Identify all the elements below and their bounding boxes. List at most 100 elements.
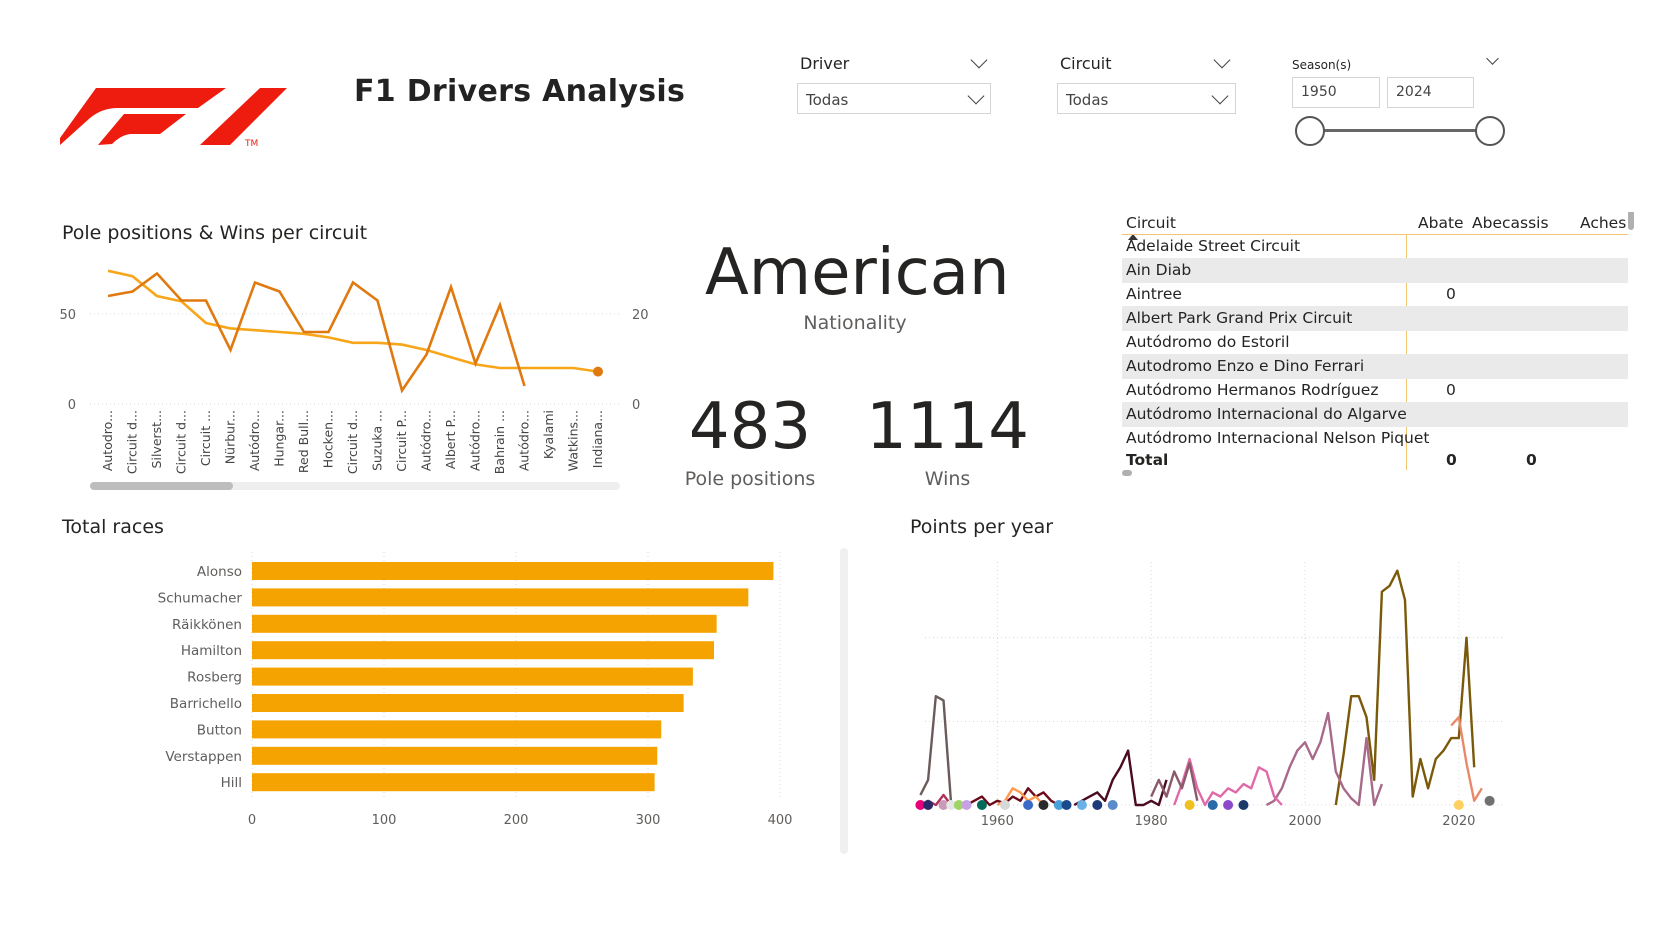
series-point[interactable] <box>1484 795 1495 806</box>
season-from-input[interactable]: 1950 <box>1292 77 1380 108</box>
chart-scrollbar-track[interactable] <box>840 548 848 854</box>
matrix-row[interactable]: Autodromo Enzo e Dino Ferrari <box>1122 354 1628 379</box>
circuit-driver-matrix[interactable]: Circuit Abate Abecassis Aches Adelaide S… <box>1122 212 1636 502</box>
series-point[interactable] <box>1223 800 1234 810</box>
x-tick-label: 400 <box>768 813 793 828</box>
x-tick-label: Bahrain ... <box>492 410 507 474</box>
driver-dropdown[interactable]: Todas <box>797 83 991 114</box>
circuit-dropdown-value: Todas <box>1066 91 1109 109</box>
bar[interactable] <box>252 588 749 607</box>
matrix-vertical-scrollbar[interactable] <box>1628 212 1634 230</box>
series-point[interactable] <box>1238 800 1249 810</box>
chevron-down-icon <box>1211 87 1229 105</box>
matrix-header-abate[interactable]: Abate <box>1418 214 1464 232</box>
bar[interactable] <box>252 694 684 712</box>
season-slider-end-handle[interactable] <box>1475 116 1505 146</box>
series-point[interactable] <box>1000 800 1010 810</box>
series-line[interactable] <box>1073 749 1168 807</box>
total-races-chart-title: Total races <box>62 516 164 538</box>
x-tick-label: Circuit ... <box>198 410 213 466</box>
nationality-value: American <box>705 236 1010 310</box>
x-tick-label: Autodro... <box>100 410 115 471</box>
series-line[interactable] <box>919 695 953 806</box>
poles-wins-chart[interactable]: 0 50 0 20 Autodro... Circuit d... Silverst...… <box>60 250 660 500</box>
series-line[interactable] <box>1265 711 1384 807</box>
x-tick-label: Autódro... <box>247 410 262 471</box>
season-to-input[interactable]: 2024 <box>1387 77 1474 108</box>
x-tick-label: Kyalami <box>541 410 556 459</box>
matrix-row[interactable]: Adelaide Street Circuit <box>1122 234 1628 259</box>
category-label: Alonso <box>197 564 242 580</box>
total-races-chart[interactable]: 0 100 200 300 400 Alonso Schumacher Räikkönen H… <box>150 548 850 878</box>
x-tick-label: Albert P... <box>443 410 458 469</box>
season-slider-track[interactable] <box>1310 129 1490 132</box>
category-label: Barrichello <box>170 696 242 712</box>
series-point[interactable] <box>976 800 987 810</box>
series-point[interactable] <box>923 800 934 810</box>
series-point[interactable] <box>1207 800 1218 810</box>
matrix-header-abecassis[interactable]: Abecassis <box>1472 214 1549 232</box>
series-line[interactable] <box>1150 762 1199 802</box>
category-label: Hamilton <box>181 643 242 659</box>
chevron-down-icon <box>967 87 985 105</box>
y-right-tick-label: 0 <box>632 398 640 413</box>
matrix-row[interactable]: Autódromo Internacional do Algarve <box>1122 402 1628 427</box>
bar[interactable] <box>252 641 714 660</box>
series-point[interactable] <box>1107 800 1118 810</box>
season-from-value: 1950 <box>1301 84 1337 100</box>
x-tick-label: 2000 <box>1288 814 1321 829</box>
chevron-down-icon[interactable] <box>1213 51 1231 69</box>
matrix-circuit-cell: Autódromo Internacional do Algarve <box>1126 405 1407 423</box>
points-per-year-chart[interactable]: 01002003001960198020002020 <box>905 560 1585 884</box>
bar[interactable] <box>252 746 658 765</box>
pole-positions-label: Pole positions <box>684 468 816 490</box>
series-point[interactable] <box>1092 800 1103 810</box>
matrix-row[interactable]: Ain Diab <box>1122 258 1628 283</box>
driver-dropdown-value: Todas <box>806 91 849 109</box>
matrix-header-circuit[interactable]: Circuit <box>1126 214 1176 232</box>
f1-logo: TM <box>60 88 287 149</box>
bar[interactable] <box>252 614 717 633</box>
page-title: F1 Drivers Analysis <box>354 74 686 109</box>
series-line-left[interactable] <box>107 269 599 373</box>
matrix-circuit-cell: Autódromo do Estoril <box>1126 333 1290 351</box>
series-point[interactable] <box>1061 800 1072 810</box>
x-tick-label: Hungar... <box>272 410 287 467</box>
matrix-circuit-cell: Autodromo Enzo e Dino Ferrari <box>1126 357 1365 375</box>
bar[interactable] <box>252 773 655 792</box>
x-tick-label: Autódro... <box>419 410 434 471</box>
matrix-row[interactable]: Autódromo Hermanos Rodríguez 0 <box>1122 378 1628 403</box>
chart-scrollbar-thumb[interactable] <box>90 482 233 490</box>
series-point[interactable] <box>1184 800 1195 810</box>
matrix-row[interactable]: Aintree 0 <box>1122 282 1628 307</box>
x-tick-label: Autódro... <box>468 410 483 471</box>
x-tick-label: 0 <box>248 813 256 828</box>
series-point[interactable] <box>1076 800 1087 810</box>
series-end-marker[interactable] <box>593 366 603 377</box>
bar[interactable] <box>252 562 774 580</box>
series-point[interactable] <box>1038 800 1049 810</box>
circuit-dropdown[interactable]: Todas <box>1057 83 1236 114</box>
bar[interactable] <box>252 720 662 739</box>
series-point[interactable] <box>961 800 972 810</box>
x-tick-label: Autódro... <box>517 410 532 471</box>
series-line[interactable] <box>1450 716 1483 802</box>
series-line-right[interactable] <box>107 271 526 394</box>
series-point[interactable] <box>1023 800 1034 810</box>
matrix-row[interactable]: Autódromo do Estoril <box>1122 330 1628 355</box>
x-tick-label: Circuit d... <box>174 410 189 474</box>
bar[interactable] <box>252 667 693 686</box>
series-point[interactable] <box>1453 800 1464 810</box>
matrix-header-row: Circuit Abate Abecassis Aches <box>1122 212 1628 240</box>
pole-positions-value: 483 <box>688 390 812 464</box>
x-tick-label: 100 <box>372 813 397 828</box>
series-line[interactable] <box>1334 569 1476 806</box>
chevron-down-icon[interactable] <box>1486 52 1499 65</box>
matrix-horizontal-scrollbar[interactable] <box>1122 470 1132 476</box>
matrix-header-aches[interactable]: Aches <box>1580 214 1626 232</box>
x-tick-label: Circuit d... <box>125 410 140 474</box>
matrix-row[interactable]: Albert Park Grand Prix Circuit <box>1122 306 1628 331</box>
chevron-down-icon[interactable] <box>970 51 988 69</box>
season-slicer: Season(s) 1950 2024 <box>1292 52 1512 154</box>
season-slider-start-handle[interactable] <box>1295 116 1325 146</box>
